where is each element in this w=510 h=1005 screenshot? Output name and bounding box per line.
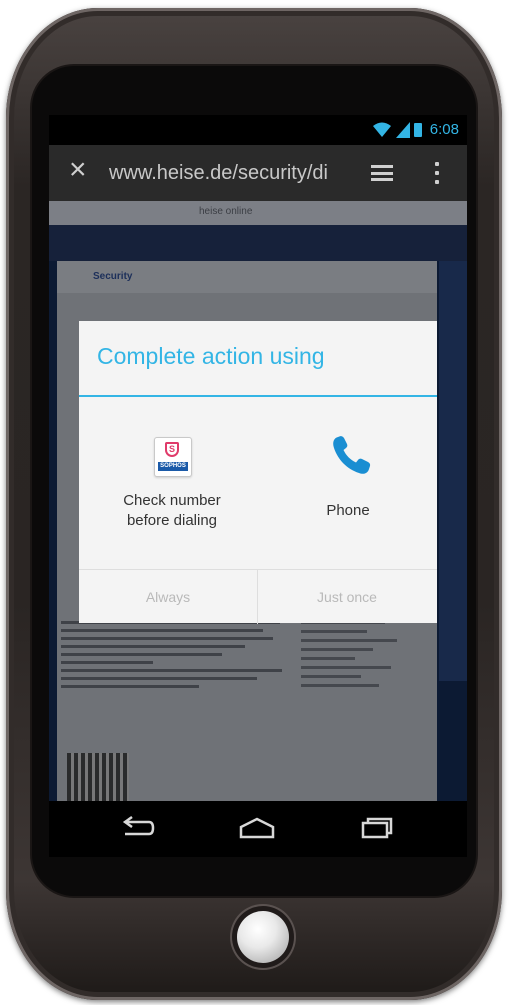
sophos-shield-icon: S [165,442,179,457]
option-sophos-check-number[interactable]: S SOPHOS Check number before dialing [87,431,257,551]
webpage-sidebar-lines [301,621,421,693]
signal-icon [395,121,410,138]
webpage-top-strip: heise online [49,201,467,225]
option-label: Phone [326,502,370,519]
recent-apps-icon[interactable] [353,813,397,845]
navigation-bar [49,801,467,857]
sophos-logo-text: SOPHOS [158,462,188,471]
dialog-divider [79,395,437,397]
option-label: Check number before dialing [87,491,257,531]
dialog-title: Complete action using [97,343,325,369]
webpage-text-lines [61,621,291,693]
qr-code [67,753,129,801]
complete-action-dialog: Complete action using S SOPHOS Check num… [79,321,437,624]
close-icon[interactable]: × [69,155,95,185]
webpage-right-column [439,261,467,681]
webpage-banner [49,225,467,261]
just-once-button[interactable]: Just once [258,570,436,624]
option-label-line1: Check number [123,492,221,509]
dialog-button-bar: Always Just once [79,569,437,624]
back-icon[interactable] [115,813,159,845]
option-phone[interactable]: Phone [263,431,433,551]
device-screen: 6:08 × www.heise.de/security/di heise on… [49,115,467,857]
webpage-header: Security [57,261,437,293]
url-field[interactable]: www.heise.de/security/di [109,162,347,185]
menu-lines-icon[interactable] [371,165,393,181]
home-icon[interactable] [235,813,279,845]
status-time: 6:08 [429,121,459,138]
hardware-home-button[interactable] [237,911,289,963]
phone-icon [333,436,371,474]
webpage-logo: Security [93,271,133,282]
wifi-icon [372,122,391,137]
sophos-icon: S SOPHOS [154,437,192,477]
overflow-dots-icon[interactable] [435,162,439,184]
browser-address-bar: × www.heise.de/security/di [49,145,467,201]
option-label-line2: before dialing [126,512,218,529]
status-bar: 6:08 [49,115,467,145]
webpage-site-name: heise online [199,206,253,217]
always-button[interactable]: Always [79,570,258,624]
battery-icon [413,122,422,137]
